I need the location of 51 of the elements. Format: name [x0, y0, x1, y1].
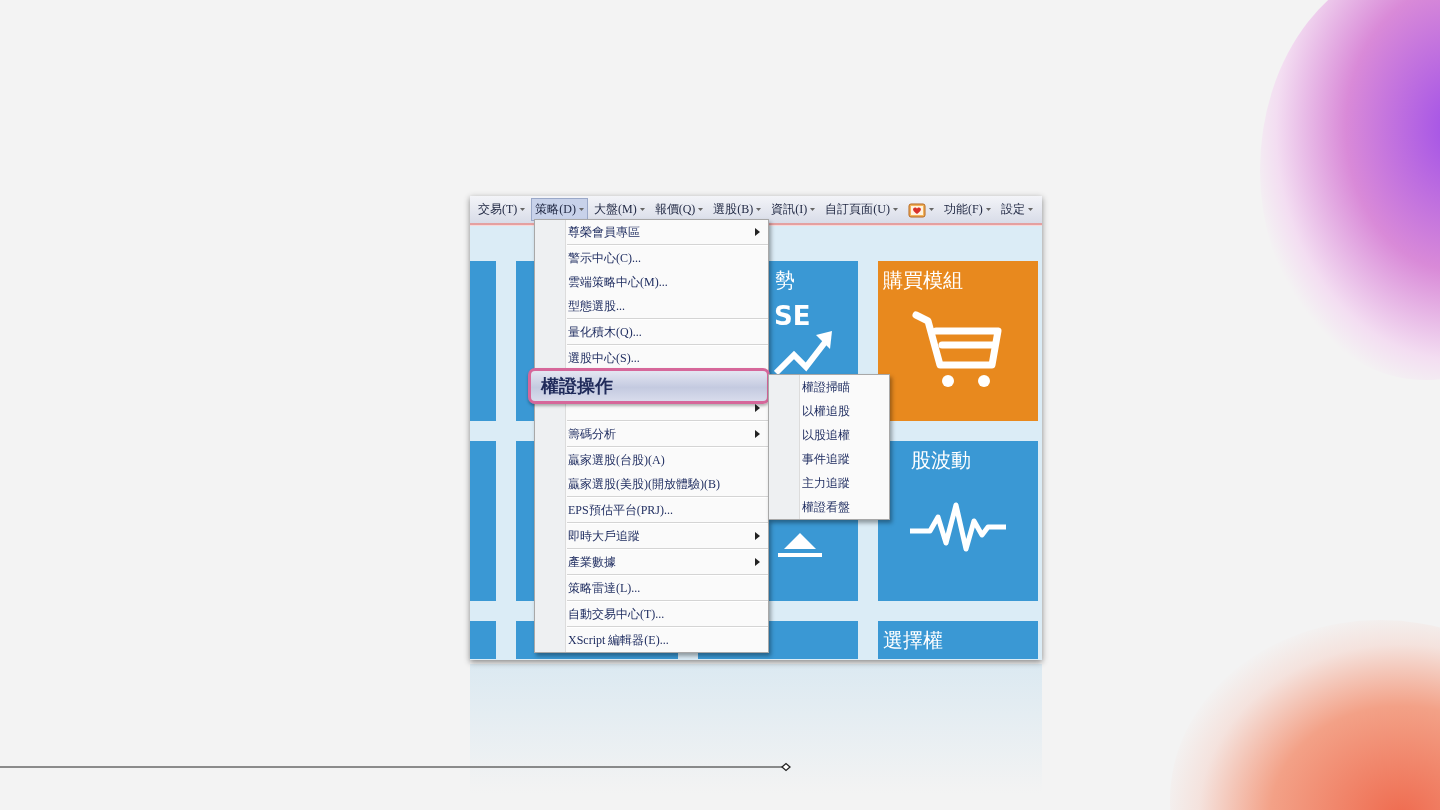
tile-title: 選擇權: [883, 627, 944, 653]
submenu-arrow-icon: [755, 228, 760, 236]
menu-item[interactable]: EPS預估平台(PRJ)...: [535, 498, 768, 522]
caret-icon: [520, 208, 526, 211]
trend-arrow-icon: [774, 331, 832, 376]
menu-bar-item[interactable]: 交易(T): [474, 198, 530, 221]
caret-icon: [985, 208, 991, 211]
menu-item[interactable]: 雲端策略中心(M)...: [535, 270, 768, 294]
menu-item[interactable]: 贏家選股(台股)(A): [535, 448, 768, 472]
submenu-arrow-icon: [755, 558, 760, 566]
menu-bar-item[interactable]: 大盤(M): [590, 198, 649, 221]
submenu-arrow-icon: [755, 430, 760, 438]
menu-item[interactable]: 策略雷達(L)...: [535, 576, 768, 600]
caret-icon: [639, 208, 645, 211]
heart-box-icon: [908, 201, 926, 218]
cart-icon: [912, 311, 1002, 387]
menu-item[interactable]: XScript 編輯器(E)...: [535, 628, 768, 652]
menu-item[interactable]: 自動交易中心(T)...: [535, 602, 768, 626]
dome-icon: [778, 533, 822, 557]
menu-bar-item[interactable]: 資訊(I): [767, 198, 820, 221]
menu-item[interactable]: 型態選股...: [535, 294, 768, 318]
menu-bar-item[interactable]: 報價(Q): [650, 198, 708, 221]
menu-bar-item[interactable]: 設定: [996, 198, 1037, 221]
menu-item[interactable]: 產業數據: [535, 550, 768, 574]
menu-bar-item[interactable]: 策略(D): [531, 198, 588, 221]
menu-item[interactable]: 警示中心(C)...: [535, 246, 768, 270]
feature-tile[interactable]: [470, 441, 496, 601]
pulse-wave-icon: [910, 502, 1006, 552]
caret-icon: [810, 208, 816, 211]
caret-icon: [893, 208, 898, 211]
menu-item[interactable]: 選股中心(S)...: [535, 346, 768, 370]
tile-logo-text: SE: [774, 301, 811, 331]
tile-title: 股波動: [910, 447, 972, 473]
menu-bar-item[interactable]: 自訂頁面(U): [821, 198, 902, 221]
caret-icon: [756, 208, 762, 211]
menu-item[interactable]: 籌碼分析: [535, 422, 768, 446]
feature-tile[interactable]: [470, 261, 496, 421]
caret-icon: [579, 208, 584, 211]
highlight-callout: 權證操作: [528, 368, 770, 404]
caret-icon: [929, 208, 934, 211]
tile-title: 勢: [774, 267, 796, 293]
menu-item[interactable]: 即時大戶追蹤: [535, 524, 768, 548]
tile-title: 購買模組: [883, 267, 964, 293]
caret-icon: [698, 208, 704, 211]
submenu-arrow-icon: [755, 532, 760, 540]
menu-bar-item[interactable]: 功能(F): [940, 198, 995, 221]
menu-item[interactable]: 量化積木(Q)...: [535, 320, 768, 344]
menu-item[interactable]: 尊榮會員專區: [535, 220, 768, 244]
menu-bar-item[interactable]: 選股(B): [709, 198, 766, 221]
menu-item[interactable]: 贏家選股(美股)(開放體驗)(B): [535, 472, 768, 496]
caret-icon: [1027, 208, 1033, 211]
